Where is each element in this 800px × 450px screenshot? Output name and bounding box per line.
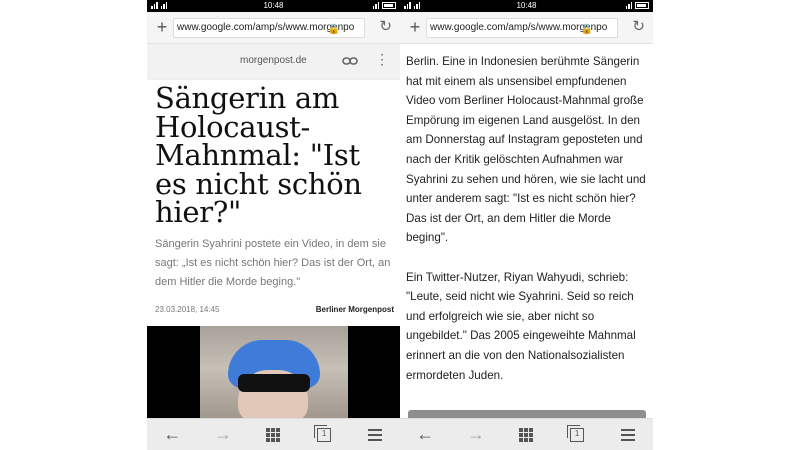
grid-icon — [266, 427, 281, 442]
forward-icon: → — [213, 424, 232, 444]
new-tab-icon[interactable]: + — [153, 18, 171, 36]
menu-icon — [620, 428, 635, 441]
forward-button[interactable]: → — [208, 423, 238, 447]
status-bar: 10:48 — [400, 0, 653, 12]
lock-icon: 🔒 — [327, 24, 340, 35]
video-frame — [200, 326, 348, 420]
amp-site-header: morgenpost.de ⋮ — [147, 44, 400, 80]
status-time: 10:48 — [516, 1, 537, 10]
menu-icon — [367, 428, 382, 441]
status-right-icons — [625, 1, 649, 9]
status-time: 10:48 — [263, 1, 284, 10]
reload-icon[interactable]: ↻ — [632, 17, 645, 35]
video-person-sunglasses — [238, 374, 310, 392]
article-date: 23.03.2018, 14:45 — [155, 305, 220, 314]
battery-icon — [635, 1, 649, 9]
battery-icon — [382, 1, 396, 9]
article-headline: Sängerin am Holocaust-Mahnmal: "Ist es n… — [155, 81, 362, 229]
signal-icon — [372, 1, 379, 9]
menu-button[interactable] — [613, 423, 643, 447]
address-bar[interactable]: www.google.com/amp/s/www.morgenpo 🔒 — [173, 18, 365, 38]
reload-icon[interactable]: ↻ — [379, 17, 392, 35]
screenshot-stage: 10:48 + www.google.com/amp/s/www.morgenp… — [0, 0, 800, 450]
new-tab-icon[interactable]: + — [406, 18, 424, 36]
tabs-icon: 1 — [567, 424, 585, 442]
menu-button[interactable] — [360, 423, 390, 447]
more-options-icon[interactable]: ⋮ — [375, 52, 389, 66]
tabs-button[interactable]: 1 — [562, 423, 592, 447]
apps-button[interactable] — [258, 423, 288, 447]
grid-icon — [519, 427, 534, 442]
forward-button[interactable]: → — [461, 423, 491, 447]
tabs-icon: 1 — [314, 424, 332, 442]
lock-icon: 🔒 — [580, 24, 593, 35]
article-video[interactable] — [147, 326, 400, 420]
article-source: Berliner Morgenpost — [315, 305, 394, 314]
browser-toolbar: + www.google.com/amp/s/www.morgenpo 🔒 ↻ — [400, 12, 653, 44]
article-subheadline: Sängerin Syahrini postete ein Video, in … — [155, 238, 391, 288]
article-paragraph: Berlin. Eine in Indonesien berühmte Säng… — [406, 55, 646, 245]
browser-toolbar: + www.google.com/amp/s/www.morgenpo 🔒 ↻ — [147, 12, 400, 44]
address-bar[interactable]: www.google.com/amp/s/www.morgenpo 🔒 — [426, 18, 618, 38]
back-icon: ← — [416, 424, 435, 444]
apps-button[interactable] — [511, 423, 541, 447]
article-body: Berlin. Eine in Indonesien berühmte Säng… — [406, 52, 650, 405]
back-button[interactable]: ← — [157, 423, 187, 447]
site-domain[interactable]: morgenpost.de — [240, 55, 307, 66]
browser-bottom-bar: ← → 1 — [147, 418, 400, 450]
forward-icon: → — [466, 424, 485, 444]
link-icon[interactable] — [342, 53, 358, 69]
back-icon: ← — [163, 424, 182, 444]
status-right-icons — [372, 1, 396, 9]
phone-screen-right: 10:48 + www.google.com/amp/s/www.morgenp… — [400, 0, 653, 450]
back-button[interactable]: ← — [410, 423, 440, 447]
article-paragraph: Ein Twitter-Nutzer, Riyan Wahyudi, schri… — [406, 270, 636, 382]
status-bar: 10:48 — [147, 0, 400, 12]
tabs-button[interactable]: 1 — [309, 423, 339, 447]
browser-bottom-bar: ← → 1 — [400, 418, 653, 450]
signal-icon — [625, 1, 632, 9]
phone-screen-left: 10:48 + www.google.com/amp/s/www.morgenp… — [147, 0, 400, 450]
